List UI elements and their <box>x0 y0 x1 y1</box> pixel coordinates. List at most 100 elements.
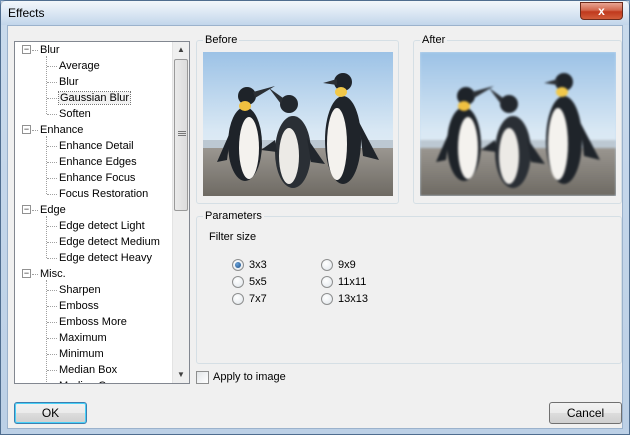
tree-group-blur[interactable]: Blur <box>40 42 60 58</box>
tree-connector <box>47 338 57 339</box>
parameters-label: Parameters <box>203 210 264 222</box>
tree-connector <box>32 210 38 211</box>
tree-item[interactable]: Soften <box>59 106 91 122</box>
tree-item[interactable]: Gaussian Blur <box>57 90 132 106</box>
filter-size-radio[interactable]: 11x11 <box>321 275 401 289</box>
tree-connector <box>47 242 57 243</box>
apply-to-image-checkbox[interactable]: Apply to image <box>196 370 336 386</box>
tree-item[interactable]: Enhance Detail <box>59 138 134 154</box>
tree-item[interactable]: Minimum <box>59 346 104 362</box>
tree-item-label: Enhance Edges <box>59 156 137 168</box>
tree-item-label: Enhance Focus <box>59 172 136 184</box>
window-title: Effects <box>8 6 45 20</box>
tree-connector <box>47 354 57 355</box>
scroll-thumb[interactable] <box>174 59 188 211</box>
radio-indicator[interactable] <box>321 276 333 288</box>
tree-connector <box>47 98 57 99</box>
apply-to-image-label: Apply to image <box>213 371 286 383</box>
filter-size-radio[interactable]: 9x9 <box>321 258 401 272</box>
filter-size-radio[interactable]: 13x13 <box>321 292 401 306</box>
close-button[interactable]: x <box>580 2 623 20</box>
radio-indicator[interactable] <box>232 293 244 305</box>
scroll-up-icon[interactable]: ▲ <box>173 42 189 58</box>
tree-item-label: Maximum <box>59 332 107 344</box>
tree-item-label: Focus Restoration <box>59 188 149 200</box>
tree-connector <box>47 370 57 371</box>
tree-connector <box>47 82 57 83</box>
tree-item-label: Average <box>59 60 100 72</box>
tree-group-edge[interactable]: Edge <box>40 202 66 218</box>
thumb-grip-line <box>178 133 186 134</box>
tree-item-label: Sharpen <box>59 284 101 296</box>
filter-size-radio[interactable]: 3x3 <box>232 258 312 272</box>
tree-connector <box>47 258 57 259</box>
radio-label: 11x11 <box>338 276 367 288</box>
before-image <box>203 52 393 196</box>
tree-item-label: Median Box <box>59 364 118 376</box>
tree-item[interactable]: Emboss <box>59 298 99 314</box>
tree-connector <box>47 226 57 227</box>
filter-size-radio[interactable]: 7x7 <box>232 292 312 306</box>
tree-item-label: Enhance Detail <box>59 140 134 152</box>
tree-connector <box>32 274 38 275</box>
ok-button[interactable]: OK <box>14 402 87 424</box>
radio-indicator[interactable] <box>232 276 244 288</box>
tree-group-misc[interactable]: Misc. <box>40 266 66 282</box>
tree-item[interactable]: Maximum <box>59 330 107 346</box>
tree-item[interactable]: Enhance Focus <box>59 170 135 186</box>
cancel-button[interactable]: Cancel <box>549 402 622 424</box>
radio-label: 13x13 <box>338 293 368 305</box>
tree-item-label: Emboss More <box>59 316 127 328</box>
tree-connector <box>47 194 57 195</box>
tree-connector <box>47 322 57 323</box>
after-group: After <box>413 34 622 204</box>
tree-connector <box>47 178 57 179</box>
tree-item[interactable]: Median Box <box>59 362 117 378</box>
tree-connector <box>47 290 57 291</box>
penguins-blurred-image <box>420 52 616 196</box>
before-group: Before <box>196 34 399 204</box>
before-label: Before <box>203 34 240 46</box>
tree-item[interactable]: Focus Restoration <box>59 186 148 202</box>
tree-connector <box>47 146 57 147</box>
tree-item[interactable]: Median Cross <box>59 378 127 383</box>
filter-size-label: Filter size <box>209 231 257 243</box>
tree-connector <box>46 216 47 258</box>
thumb-grip-line <box>178 135 186 136</box>
tree-scrollbar[interactable]: ▲ ▼ <box>172 42 189 383</box>
tree-item[interactable]: Edge detect Light <box>59 218 145 234</box>
after-image <box>420 52 616 196</box>
title-bar[interactable]: Effects x <box>1 1 629 25</box>
thumb-grip-line <box>178 131 186 132</box>
tree-item[interactable]: Edge detect Heavy <box>59 250 152 266</box>
collapse-icon[interactable]: − <box>22 205 31 214</box>
tree-item-label: Soften <box>59 108 91 120</box>
tree-connector <box>32 130 38 131</box>
tree-item-label: Minimum <box>59 348 104 360</box>
tree-item[interactable]: Sharpen <box>59 282 101 298</box>
tree-connector <box>47 306 57 307</box>
tree-item-label: Blur <box>59 76 79 88</box>
apply-checkbox-box[interactable] <box>196 371 209 384</box>
scroll-down-icon[interactable]: ▼ <box>173 367 189 383</box>
tree-item[interactable]: Average <box>59 58 100 74</box>
collapse-icon[interactable]: − <box>22 125 31 134</box>
filter-size-radio[interactable]: 5x5 <box>232 275 312 289</box>
tree-item[interactable]: Edge detect Medium <box>59 234 160 250</box>
tree-item[interactable]: Emboss More <box>59 314 127 330</box>
tree-item-label: Edge detect Heavy <box>59 252 152 264</box>
radio-indicator[interactable] <box>321 259 333 271</box>
radio-indicator[interactable] <box>321 293 333 305</box>
tree-connector <box>46 136 47 194</box>
tree-item-label: Edge detect Light <box>59 220 145 232</box>
effects-tree[interactable]: − Blur Average Blur Gaussian Blur Soften − Enha… <box>14 41 190 384</box>
collapse-icon[interactable]: − <box>22 45 31 54</box>
tree-item-label: Median Cross <box>59 380 127 383</box>
radio-indicator[interactable] <box>232 259 244 271</box>
tree-item[interactable]: Enhance Edges <box>59 154 137 170</box>
tree-item[interactable]: Blur <box>59 74 79 90</box>
tree-connector <box>47 162 57 163</box>
tree-connector <box>46 56 47 114</box>
collapse-icon[interactable]: − <box>22 269 31 278</box>
after-label: After <box>420 34 448 46</box>
